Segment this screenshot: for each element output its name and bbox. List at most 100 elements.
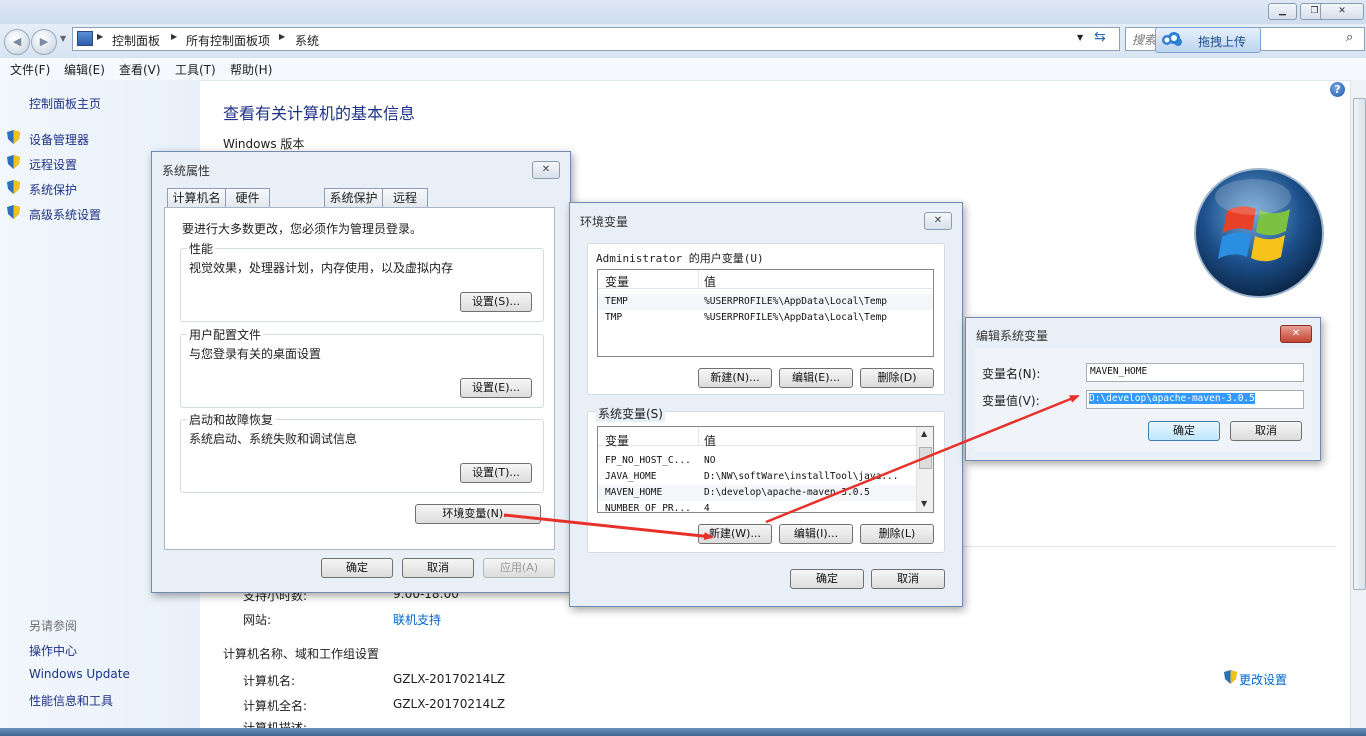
edit-system-variable-dialog: 编辑系统变量 ✕ 变量名(N): MAVEN_HOME 变量值(V): D:\d… — [965, 317, 1321, 461]
performance-desc: 视觉效果，处理器计划，内存使用，以及虚拟内存 — [189, 261, 454, 275]
menu-help[interactable]: 帮助(H) — [230, 61, 272, 78]
dialog-title: 编辑系统变量 — [976, 329, 1049, 343]
vertical-scrollbar[interactable] — [1350, 80, 1366, 728]
user-profiles-title: 用户配置文件 — [187, 326, 264, 343]
menu-view[interactable]: 查看(V) — [119, 61, 161, 78]
list-scrollbar[interactable]: ▲ ▼ — [916, 427, 933, 512]
variable-name-value: MAVEN_HOME — [1090, 366, 1148, 377]
row-value: %USERPROFILE%\AppData\Local\Temp — [704, 296, 888, 307]
system-delete-button[interactable]: 删除(L) — [860, 524, 934, 544]
shield-icon — [1224, 670, 1237, 684]
user-edit-button[interactable]: 编辑(E)... — [779, 368, 853, 388]
ok-button[interactable]: 确定 — [321, 558, 393, 578]
refresh-icon[interactable]: ⇆ — [1094, 29, 1106, 45]
system-protection-link[interactable]: 系统保护 — [29, 181, 77, 198]
tab-hardware[interactable]: 硬件 — [225, 188, 270, 208]
column-variable[interactable]: 变量 — [605, 432, 629, 449]
breadcrumb-all-items[interactable]: 所有控制面板项 — [186, 32, 270, 49]
close-button[interactable]: ✕ — [1320, 3, 1364, 20]
shield-icon — [7, 205, 20, 219]
close-icon[interactable]: ✕ — [924, 212, 952, 230]
scrollbar-thumb[interactable] — [1353, 98, 1366, 590]
tab-remote[interactable]: 远程 — [382, 188, 428, 208]
system-new-button[interactable]: 新建(W)... — [698, 524, 772, 544]
ok-button[interactable]: 确定 — [1148, 421, 1220, 441]
tab-system-protection[interactable]: 系统保护 — [324, 188, 383, 208]
address-bar[interactable]: ▶ 控制面板 ▶ 所有控制面板项 ▶ 系统 ▼ — [72, 27, 1120, 51]
action-center-link[interactable]: 操作中心 — [29, 642, 77, 659]
tab-computer-name[interactable]: 计算机名 — [167, 188, 226, 208]
history-dropdown-icon[interactable]: ▼ — [60, 34, 66, 43]
menu-file[interactable]: 文件(F) — [10, 61, 50, 78]
cancel-button[interactable]: 取消 — [1230, 421, 1302, 441]
scroll-up-icon[interactable]: ▲ — [921, 429, 927, 438]
table-row[interactable]: TMP %USERPROFILE%\AppData\Local\Temp — [598, 310, 933, 326]
list-header: 变量 值 — [598, 270, 933, 289]
variable-value-input[interactable]: D:\develop\apache-maven-3.0.5 — [1086, 390, 1304, 409]
user-profiles-settings-button[interactable]: 设置(E)... — [460, 378, 532, 398]
performance-tools-link[interactable]: 性能信息和工具 — [29, 692, 113, 709]
online-support-link[interactable]: 联机支持 — [393, 611, 441, 628]
page-title: 查看有关计算机的基本信息 — [223, 104, 416, 123]
variable-name-input[interactable]: MAVEN_HOME — [1086, 363, 1304, 382]
device-manager-link[interactable]: 设备管理器 — [29, 131, 89, 148]
row-value: 4 — [704, 503, 710, 513]
table-row[interactable]: FP_NO_HOST_C... NO — [598, 453, 916, 469]
menu-tools[interactable]: 工具(T) — [175, 61, 216, 78]
row-name: FP_NO_HOST_C... — [605, 455, 691, 466]
windows-update-link[interactable]: Windows Update — [29, 667, 130, 681]
system-variables-list[interactable]: 变量 值 FP_NO_HOST_C... NO JAVA_HOME D:\NW\… — [597, 426, 934, 513]
system-edit-button[interactable]: 编辑(I)... — [779, 524, 853, 544]
startup-settings-button[interactable]: 设置(T)... — [460, 463, 532, 483]
environment-variables-button[interactable]: 环境变量(N)... — [415, 504, 541, 524]
chevron-right-icon[interactable]: ▶ — [279, 32, 285, 41]
ok-button[interactable]: 确定 — [790, 569, 864, 589]
menu-edit[interactable]: 编辑(E) — [64, 61, 105, 78]
table-row[interactable]: MAVEN_HOME D:\develop\apache-maven-3.0.5 — [598, 485, 916, 501]
breadcrumb-system[interactable]: 系统 — [295, 32, 319, 49]
user-profiles-desc: 与您登录有关的桌面设置 — [189, 347, 322, 361]
cancel-button[interactable]: 取消 — [871, 569, 945, 589]
forward-icon[interactable]: ▶ — [31, 29, 57, 55]
close-icon[interactable]: ✕ — [1280, 325, 1312, 343]
dialog-title: 系统属性 — [162, 164, 211, 178]
table-row[interactable]: TEMP %USERPROFILE%\AppData\Local\Temp — [598, 294, 933, 310]
search-icon[interactable]: ⌕ — [1346, 30, 1353, 45]
change-settings-link[interactable]: 更改设置 — [1239, 671, 1287, 688]
table-row[interactable]: JAVA_HOME D:\NW\softWare\installTool\jav… — [598, 469, 916, 485]
column-value[interactable]: 值 — [704, 432, 716, 449]
website-label: 网站: — [243, 613, 272, 627]
row-name: TEMP — [605, 296, 628, 307]
cancel-button[interactable]: 取消 — [402, 558, 474, 578]
search-placeholder: 搜索 — [1132, 33, 1157, 47]
scrollbar-thumb[interactable] — [919, 447, 932, 469]
table-row[interactable]: NUMBER_OF_PR... 4 — [598, 501, 916, 513]
apply-button[interactable]: 应用(A) — [483, 558, 555, 578]
close-icon[interactable]: ✕ — [532, 161, 560, 179]
column-variable[interactable]: 变量 — [605, 273, 629, 290]
system-properties-dialog: 系统属性 ✕ 计算机名 硬件 高级 系统保护 远程 要进行大多数更改，您必须作为… — [151, 151, 571, 593]
user-variables-list[interactable]: 变量 值 TEMP %USERPROFILE%\AppData\Local\Te… — [597, 269, 934, 357]
column-divider — [698, 427, 699, 445]
minimize-button[interactable]: ▁ — [1268, 3, 1297, 20]
help-icon[interactable]: ? — [1330, 82, 1345, 97]
chevron-right-icon[interactable]: ▶ — [171, 32, 177, 41]
address-dropdown-icon[interactable]: ▼ — [1077, 33, 1083, 42]
user-delete-button[interactable]: 删除(D) — [860, 368, 934, 388]
back-icon[interactable]: ◀ — [4, 29, 30, 55]
taskbar — [0, 728, 1366, 736]
drag-upload-button[interactable]: 拖拽上传 — [1155, 27, 1261, 53]
performance-settings-button[interactable]: 设置(S)... — [460, 292, 532, 312]
row-value: D:\develop\apache-maven-3.0.5 — [704, 487, 870, 498]
control-panel-home-link[interactable]: 控制面板主页 — [29, 95, 101, 112]
remote-settings-link[interactable]: 远程设置 — [29, 156, 77, 173]
startup-recovery-title: 启动和故障恢复 — [187, 411, 276, 428]
shield-icon — [7, 155, 20, 169]
advanced-system-settings-link[interactable]: 高级系统设置 — [29, 206, 101, 223]
column-value[interactable]: 值 — [704, 273, 716, 290]
window-titlebar — [0, 0, 1366, 24]
scroll-down-icon[interactable]: ▼ — [921, 499, 927, 508]
breadcrumb-control-panel[interactable]: 控制面板 — [112, 32, 160, 49]
system-variables-title: 系统变量(S) — [596, 405, 665, 422]
user-new-button[interactable]: 新建(N)... — [698, 368, 772, 388]
